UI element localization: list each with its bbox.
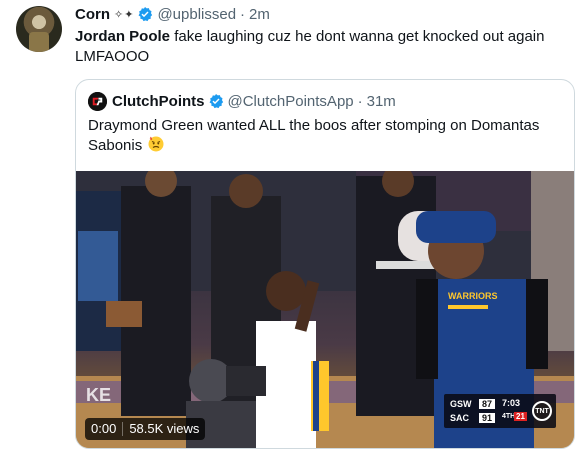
quoted-timestamp[interactable]: 31m xyxy=(367,93,396,110)
video-time-views-badge: 0:00 58.5K views xyxy=(85,418,206,440)
quoted-tweet-header: ClutchPoints @ClutchPointsApp · 31m xyxy=(88,91,396,111)
video-time: 0:00 xyxy=(91,421,117,436)
tweet[interactable]: Corn ✧✦ @upblissed · 2m Jordan Poole fak… xyxy=(0,0,583,456)
jersey-text: WARRIORS xyxy=(448,291,498,301)
author-name-decoration: ✧✦ xyxy=(114,8,135,21)
avatar[interactable] xyxy=(16,6,62,52)
clutchpoints-logo-icon[interactable] xyxy=(88,91,107,111)
video-player[interactable]: KE WARRIORS 0:00 58.5K views GSW 87 SAC … xyxy=(76,171,574,448)
team-gsw: GSW xyxy=(450,399,472,409)
score-gsw: 87 xyxy=(479,399,495,409)
game-clock: 7:03 xyxy=(502,398,521,408)
separator: · xyxy=(357,92,363,110)
video-views: 58.5K views xyxy=(129,421,200,436)
quoted-tweet[interactable]: ClutchPoints @ClutchPointsApp · 31m Dray… xyxy=(75,79,575,449)
shot-clock: 21 xyxy=(514,412,527,421)
tweet-text: Jordan Poole fake laughing cuz he dont w… xyxy=(75,27,565,67)
quoted-tweet-text: Draymond Green wanted ALL the boos after… xyxy=(88,116,558,156)
angry-face-emoji-icon xyxy=(148,136,164,152)
verified-badge-icon xyxy=(209,94,223,109)
badge-divider xyxy=(122,422,124,436)
team-sac: SAC xyxy=(450,413,470,423)
separator: · xyxy=(240,5,246,23)
mentioned-name: Jordan Poole xyxy=(75,28,171,45)
svg-text:KE: KE xyxy=(86,385,111,405)
tweet-timestamp[interactable]: 2m xyxy=(249,6,270,23)
network-logo: TNT xyxy=(532,401,552,421)
scorebug: GSW 87 SAC 91 7:03 4TH 21 TNT xyxy=(444,394,556,428)
verified-badge-icon xyxy=(138,7,153,22)
score-sac: 91 xyxy=(479,413,495,423)
author-name[interactable]: Corn xyxy=(75,6,110,23)
scorebug-row-gsw: GSW 87 xyxy=(450,398,495,410)
quoted-author-name[interactable]: ClutchPoints xyxy=(112,93,205,110)
quoted-author-handle[interactable]: @ClutchPointsApp xyxy=(228,93,354,110)
tweet-header: Corn ✧✦ @upblissed · 2m xyxy=(75,5,270,23)
scorebug-row-sac: SAC 91 xyxy=(450,412,495,424)
author-handle[interactable]: @upblissed xyxy=(157,6,236,23)
